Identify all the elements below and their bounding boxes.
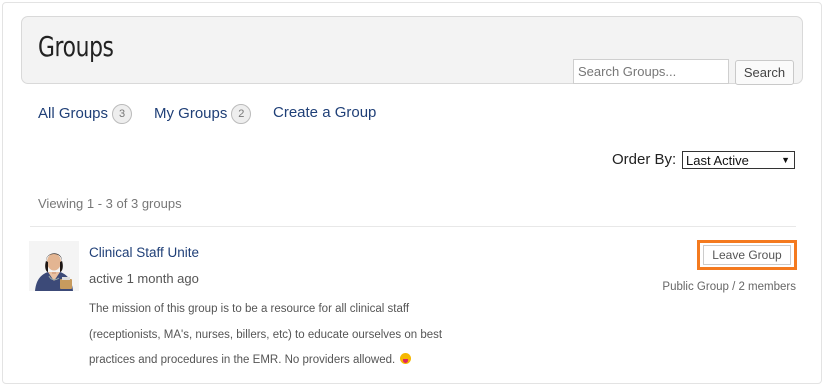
group-avatar[interactable]: [29, 241, 79, 291]
dropdown-arrow-icon: ▼: [781, 155, 790, 165]
group-name-link[interactable]: Clinical Staff Unite: [89, 245, 199, 260]
tab-create-group[interactable]: Create a Group: [273, 104, 376, 121]
tab-all-groups-label: All Groups: [38, 105, 109, 122]
group-type-members: Public Group / 2 members: [662, 281, 796, 293]
pagination-count: Viewing 1 - 3 of 3 groups: [38, 196, 182, 211]
tab-my-groups-label: My Groups: [154, 105, 228, 122]
order-by-label: Order By:: [612, 151, 677, 168]
tab-my-groups[interactable]: My Groups 2: [154, 104, 252, 124]
groups-header: Groups Search: [21, 16, 803, 85]
nurse-avatar-icon: [29, 241, 79, 291]
search-button[interactable]: Search: [735, 60, 794, 85]
group-last-active: active 1 month ago: [89, 271, 199, 286]
my-groups-count-badge: 2: [231, 104, 252, 124]
divider: [30, 226, 796, 227]
search-input[interactable]: [573, 59, 729, 84]
order-by-select[interactable]: Last Active ▼: [682, 151, 795, 169]
all-groups-count-badge: 3: [112, 104, 133, 124]
group-description-text: The mission of this group is to be a res…: [89, 303, 443, 366]
tab-all-groups[interactable]: All Groups 3: [38, 104, 133, 124]
group-description: The mission of this group is to be a res…: [89, 297, 449, 374]
page-title: Groups: [38, 30, 114, 63]
order-by-selected-value: Last Active: [686, 152, 749, 168]
leave-group-button[interactable]: Leave Group: [703, 245, 791, 265]
tongue-out-emoji-icon: [400, 353, 412, 364]
